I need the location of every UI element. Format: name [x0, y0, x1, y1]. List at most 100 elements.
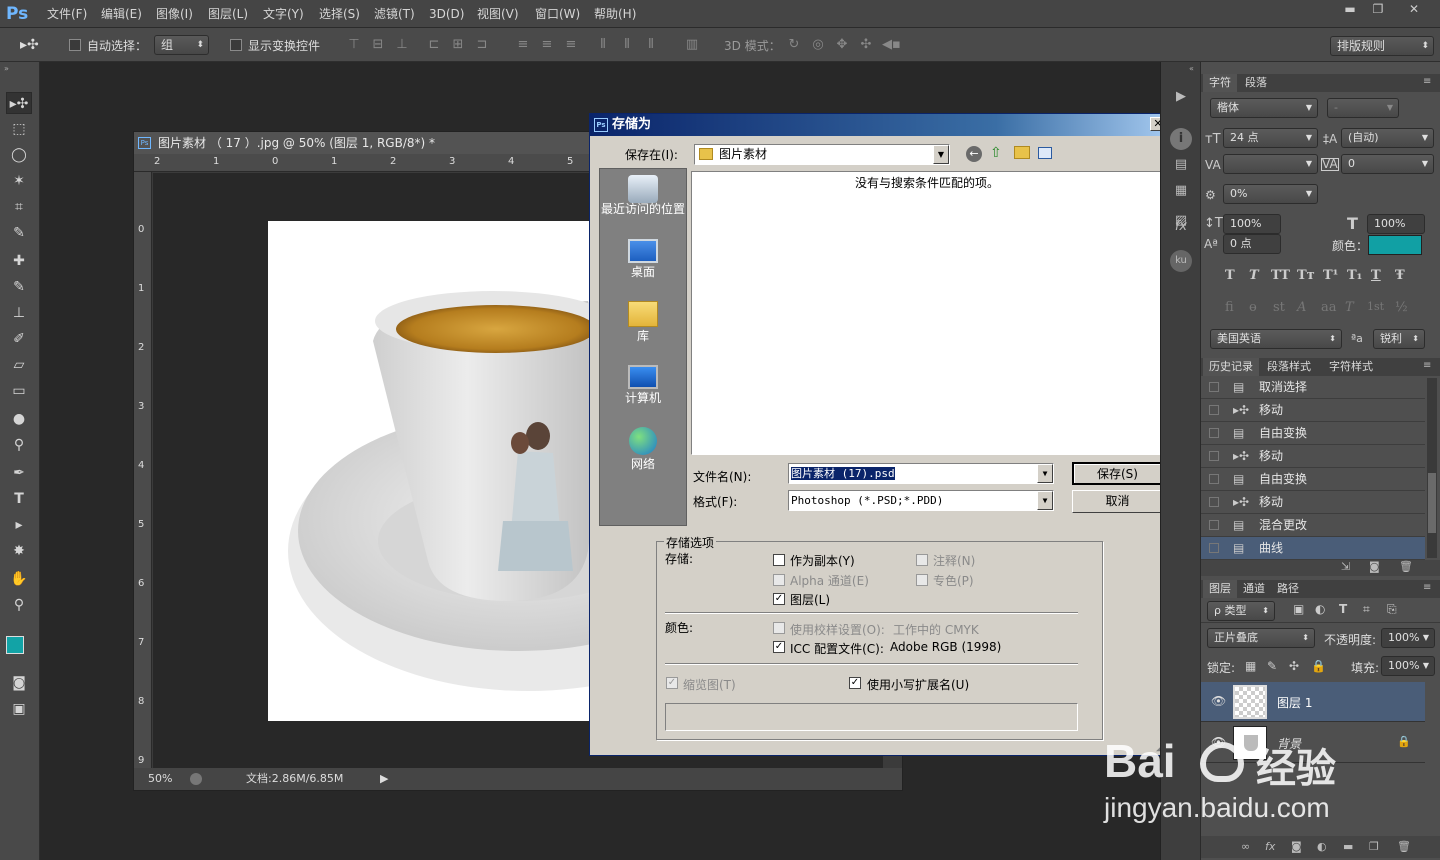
panel-menu-icon[interactable]: ≡: [1423, 360, 1431, 371]
dodge-tool-icon[interactable]: ⚲: [6, 434, 32, 456]
ku-icon[interactable]: ku: [1170, 250, 1192, 272]
crop-tool-icon[interactable]: ⌗: [6, 196, 32, 218]
align-top-icon[interactable]: ⊤: [346, 38, 362, 52]
kerning-input[interactable]: ▼: [1223, 154, 1318, 174]
history-item[interactable]: ▤ 混合更改: [1201, 514, 1425, 537]
menu-3d[interactable]: 3D(D): [429, 6, 464, 22]
history-scrollbar[interactable]: [1427, 378, 1437, 558]
eye-icon[interactable]: 👁: [1211, 694, 1226, 708]
lowercase-ext-checkbox[interactable]: ✓: [849, 677, 861, 689]
workspace-dropdown[interactable]: 排版规则 ⬍: [1330, 36, 1434, 56]
panel-menu-icon[interactable]: ≡: [1423, 76, 1431, 87]
history-item[interactable]: ▤ 自由变换: [1201, 422, 1425, 445]
layer-row[interactable]: 👁 背景 🔒: [1201, 723, 1425, 763]
swatches-icon[interactable]: ▦: [1170, 180, 1192, 202]
dialog-titlebar[interactable]: Ps 存储为 ✕: [590, 114, 1170, 136]
lock-all-icon[interactable]: 🔒: [1311, 659, 1326, 673]
lock-image-icon[interactable]: ✎: [1267, 659, 1277, 673]
place-library[interactable]: 库: [600, 301, 686, 344]
new-group-icon[interactable]: ▬: [1343, 840, 1353, 853]
histogram-icon[interactable]: ▤: [1170, 154, 1192, 176]
3d-rotate-icon[interactable]: ↻: [786, 38, 802, 52]
superscript-icon[interactable]: T¹: [1323, 268, 1338, 283]
menu-layer[interactable]: 图层(L): [208, 6, 248, 22]
tab-history[interactable]: 历史记录: [1203, 358, 1259, 376]
align-bottom-icon[interactable]: ⊥: [394, 38, 410, 52]
blend-mode-dropdown[interactable]: 正片叠底 ⬍: [1207, 628, 1315, 648]
fill-input[interactable]: 100% ▼: [1381, 656, 1435, 676]
format-dropdown[interactable]: Photoshop (*.PSD;*.PDD) ▼: [788, 490, 1054, 511]
filename-input[interactable]: 图片素材 (17).psd ▼: [788, 463, 1054, 484]
trash-icon[interactable]: 🗑: [1397, 840, 1411, 853]
underline-icon[interactable]: T: [1371, 268, 1381, 283]
opacity-input[interactable]: 100% ▼: [1381, 628, 1435, 648]
layers-checkbox[interactable]: ✓: [773, 593, 785, 605]
clone-stamp-icon[interactable]: ⊥: [6, 302, 32, 324]
leading-input[interactable]: (自动) ▼: [1341, 128, 1434, 148]
new-layer-icon[interactable]: ❐: [1369, 840, 1379, 853]
place-computer[interactable]: 计算机: [600, 365, 686, 406]
notes-checkbox[interactable]: [916, 554, 928, 566]
baseline-shift-input[interactable]: 0 点: [1223, 234, 1281, 254]
move-tool-icon[interactable]: ▸✣: [6, 92, 32, 114]
gradient-tool-icon[interactable]: ▭: [6, 380, 32, 402]
layer-filter-dropdown[interactable]: ρ 类型 ⬍: [1207, 601, 1275, 621]
back-icon[interactable]: ←: [966, 146, 982, 162]
faux-italic-icon[interactable]: T: [1249, 268, 1259, 283]
foreground-color-swatch[interactable]: [6, 636, 24, 654]
show-transform-checkbox[interactable]: [230, 39, 242, 51]
blur-tool-icon[interactable]: ●: [6, 408, 32, 430]
chevron-down-icon[interactable]: ▼: [933, 145, 949, 164]
adjustment-layer-icon[interactable]: ◐: [1317, 840, 1327, 853]
strikethrough-icon[interactable]: Ŧ: [1395, 268, 1405, 283]
path-select-icon[interactable]: ▸: [6, 514, 32, 536]
type-filter-icon[interactable]: T: [1339, 602, 1347, 616]
pen-tool-icon[interactable]: ✒: [6, 462, 32, 484]
cancel-button[interactable]: 取消: [1072, 490, 1163, 513]
vertical-scale-input[interactable]: 100%: [1223, 214, 1281, 234]
minimize-button[interactable]: ▬: [1336, 0, 1364, 18]
3d-scale-icon[interactable]: ◀▪: [882, 38, 901, 52]
fx-icon[interactable]: fx: [1265, 840, 1275, 853]
menu-file[interactable]: 文件(F): [47, 6, 87, 22]
place-network[interactable]: 网络: [600, 427, 686, 472]
zoom-tool-icon[interactable]: ⚲: [6, 594, 32, 616]
tsume-input[interactable]: 0% ▼: [1223, 184, 1318, 204]
eye-icon[interactable]: 👁: [1211, 735, 1226, 749]
shape-tool-icon[interactable]: ✸: [6, 540, 32, 562]
distribute-left-icon[interactable]: ⦀: [595, 38, 611, 52]
info-icon[interactable]: i: [1170, 128, 1192, 150]
text-color-swatch[interactable]: [1368, 235, 1422, 255]
brush-tool-icon[interactable]: ✎: [6, 276, 32, 298]
menu-select[interactable]: 选择(S): [319, 6, 360, 22]
layer-name[interactable]: 背景: [1277, 735, 1301, 752]
history-item[interactable]: ▸✣ 移动: [1201, 491, 1425, 514]
proof-checkbox[interactable]: [773, 622, 785, 634]
tab-layers[interactable]: 图层: [1203, 580, 1237, 598]
language-dropdown[interactable]: 美国英语 ⬍: [1210, 329, 1342, 349]
auto-select-checkbox[interactable]: [69, 39, 81, 51]
type-tool-icon[interactable]: T: [6, 488, 32, 510]
3d-roll-icon[interactable]: ◎: [810, 38, 826, 52]
file-list[interactable]: 没有与搜索条件匹配的项。: [691, 171, 1164, 455]
healing-brush-icon[interactable]: ✚: [6, 250, 32, 272]
smart-filter-icon[interactable]: ⎘: [1387, 602, 1397, 617]
align-vcenter-icon[interactable]: ⊟: [370, 38, 386, 52]
view-menu-icon[interactable]: [1038, 147, 1052, 159]
history-item[interactable]: ▤ 取消选择: [1201, 376, 1425, 399]
tab-character[interactable]: 字符: [1203, 74, 1237, 92]
as-copy-checkbox[interactable]: [773, 554, 785, 566]
distribute-top-icon[interactable]: ≡: [515, 38, 531, 52]
new-folder-icon[interactable]: [1014, 146, 1030, 159]
status-menu-icon[interactable]: [190, 773, 202, 785]
place-recent[interactable]: 最近访问的位置: [600, 175, 686, 216]
tab-paths[interactable]: 路径: [1271, 580, 1305, 598]
shape-filter-icon[interactable]: ⌗: [1363, 602, 1370, 617]
chevron-down-icon[interactable]: ▼: [1037, 464, 1053, 483]
pixel-filter-icon[interactable]: ▣: [1293, 602, 1304, 616]
menu-filter[interactable]: 滤镜(T): [374, 6, 415, 22]
hand-tool-icon[interactable]: ✋: [6, 568, 32, 590]
antialias-dropdown[interactable]: 锐利 ⬍: [1373, 329, 1425, 349]
align-right-icon[interactable]: ⊐: [474, 38, 490, 52]
fx-icon[interactable]: fx: [1170, 216, 1192, 238]
